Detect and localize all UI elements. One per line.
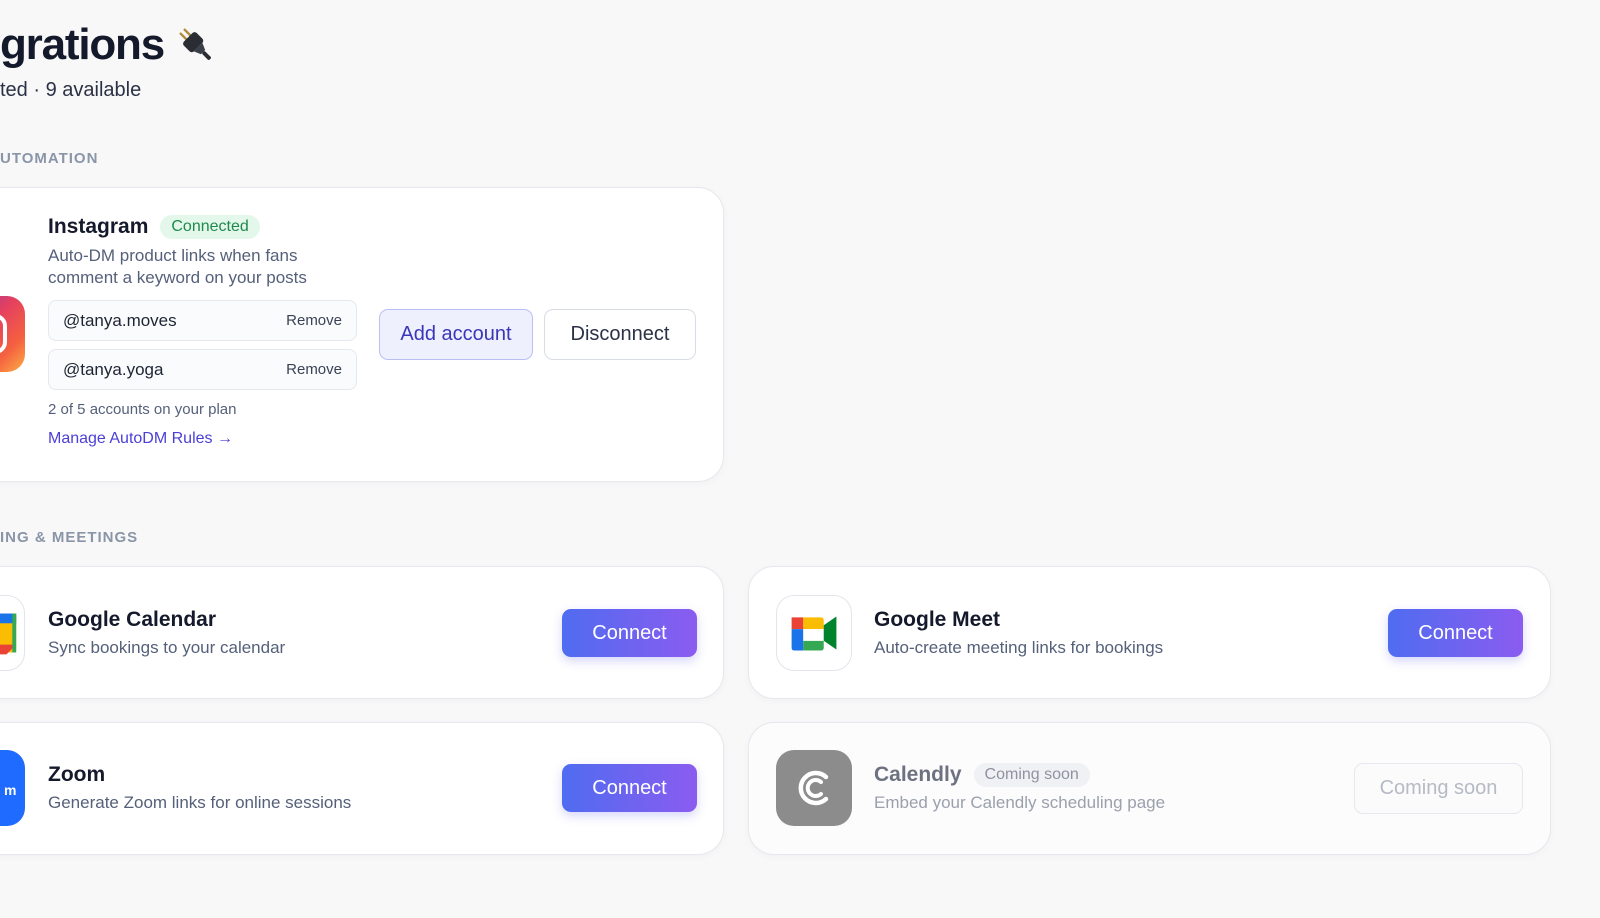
google-meet-title-row: Google Meet: [874, 608, 1000, 632]
google-meet-logo-icon: [776, 595, 852, 671]
remove-account-button[interactable]: Remove: [286, 312, 342, 329]
calendly-title-row: Calendly Coming soon: [874, 763, 1090, 787]
zoom-title-row: Zoom: [48, 763, 105, 787]
instagram-description: Auto-DM product links when fans comment …: [48, 245, 348, 289]
zoom-logo-icon: m: [0, 750, 25, 826]
page-subtitle: ted · 9 available: [0, 79, 142, 101]
zoom-name: Zoom: [48, 763, 106, 786]
connected-badge: Connected: [160, 215, 260, 239]
account-handle: @tanya.moves: [63, 310, 177, 330]
instagram-name: Instagram: [48, 215, 149, 238]
section-label-scheduling: ING & MEETINGS: [0, 529, 139, 546]
connect-zoom-button[interactable]: Connect: [562, 764, 697, 812]
svg-text:m: m: [4, 782, 16, 798]
coming-soon-badge: Coming soon: [973, 763, 1090, 787]
google-calendar-name: Google Calendar: [48, 608, 217, 631]
google-calendar-logo-icon: [0, 595, 25, 671]
calendly-logo-icon: [776, 750, 852, 826]
instagram-desc-line-1: Auto-DM product links when fans: [48, 246, 298, 265]
account-row: @tanya.moves Remove: [48, 300, 357, 341]
page-title-text: grations: [0, 20, 165, 69]
coming-soon-button: Coming soon: [1354, 763, 1523, 814]
account-handle: @tanya.yoga: [63, 359, 164, 379]
electric-plug-icon: [174, 23, 218, 67]
account-row: @tanya.yoga Remove: [48, 349, 357, 390]
page-title: grations: [0, 20, 218, 70]
instagram-logo-icon: [0, 296, 25, 372]
connect-google-meet-button[interactable]: Connect: [1388, 609, 1523, 657]
section-label-automation: UTOMATION: [0, 150, 99, 167]
add-account-button[interactable]: Add account: [379, 309, 533, 360]
google-calendar-description: Sync bookings to your calendar: [48, 638, 286, 657]
zoom-description: Generate Zoom links for online sessions: [48, 793, 352, 812]
google-meet-description: Auto-create meeting links for bookings: [874, 638, 1164, 657]
disconnect-button[interactable]: Disconnect: [544, 309, 696, 360]
calendly-name: Calendly: [874, 763, 962, 786]
instagram-title-row: Instagram Connected: [48, 215, 260, 239]
google-calendar-title-row: Google Calendar: [48, 608, 216, 632]
instagram-desc-line-2: comment a keyword on your posts: [48, 268, 307, 287]
connect-google-calendar-button[interactable]: Connect: [562, 609, 697, 657]
plan-usage-note: 2 of 5 accounts on your plan: [48, 401, 237, 418]
remove-account-button[interactable]: Remove: [286, 361, 342, 378]
google-meet-name: Google Meet: [874, 608, 1001, 631]
integrations-page: grations ted · 9 available UTOMATION Ins…: [0, 0, 1600, 918]
manage-autodm-rules-link[interactable]: Manage AutoDM Rules →: [48, 430, 233, 448]
calendly-description: Embed your Calendly scheduling page: [874, 793, 1166, 812]
